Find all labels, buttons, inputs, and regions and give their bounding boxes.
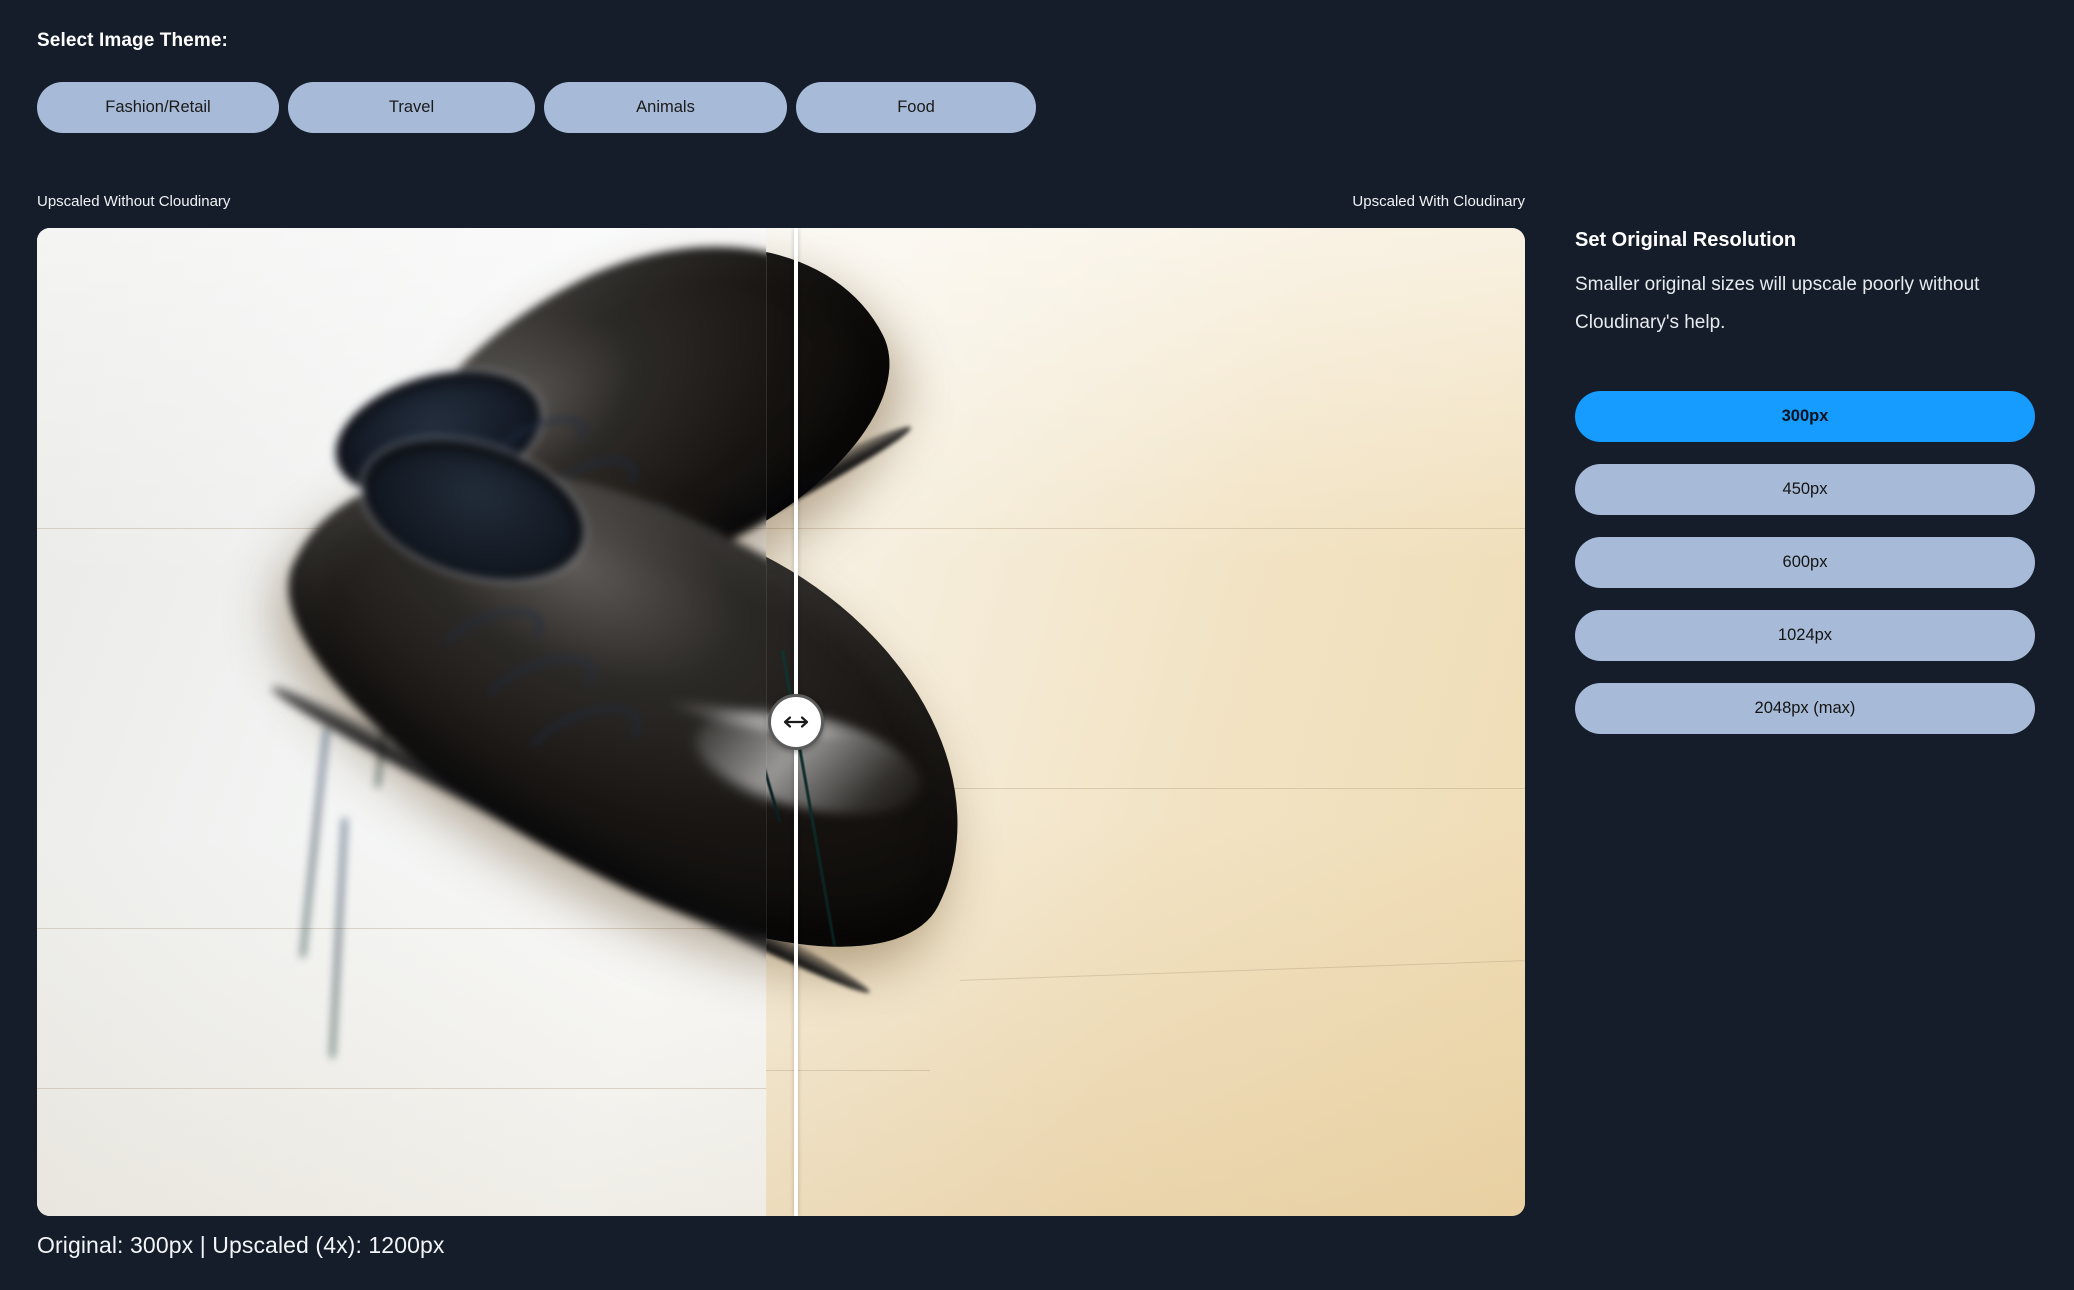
resolution-button-450px[interactable]: 450px	[1575, 464, 2035, 515]
theme-button-travel[interactable]: Travel	[288, 82, 535, 133]
label-upscaled-with-cloudinary: Upscaled With Cloudinary	[1352, 193, 1525, 210]
label-upscaled-without-cloudinary: Upscaled Without Cloudinary	[37, 193, 231, 210]
resolution-button-300px[interactable]: 300px	[1575, 391, 2035, 442]
theme-button-food[interactable]: Food	[796, 82, 1036, 133]
comparison-labels: Upscaled Without Cloudinary Upscaled Wit…	[37, 193, 1525, 210]
theme-button-animals[interactable]: Animals	[544, 82, 787, 133]
side-panel-description: Smaller original sizes will upscale poor…	[1575, 274, 1980, 333]
theme-selector-label: Select Image Theme:	[37, 30, 228, 51]
left-right-arrow-icon	[782, 714, 810, 730]
side-panel-title: Set Original Resolution	[1575, 229, 1797, 251]
resolution-button-600px[interactable]: 600px	[1575, 537, 2035, 588]
resolution-summary-caption: Original: 300px | Upscaled (4x): 1200px	[37, 1232, 445, 1258]
image-comparison-viewer[interactable]	[37, 228, 1525, 1216]
comparison-slider-handle[interactable]	[767, 694, 824, 750]
theme-button-fashion-retail[interactable]: Fashion/Retail	[37, 82, 279, 133]
resolution-side-panel: Set Original Resolution Smaller original…	[1575, 228, 2035, 734]
theme-button-group: Fashion/Retail Travel Animals Food	[37, 82, 1537, 133]
resolution-button-2048px-max[interactable]: 2048px (max)	[1575, 683, 2035, 734]
theme-selector-section: Select Image Theme: Fashion/Retail Trave…	[37, 30, 1537, 133]
resolution-button-group: 300px 450px 600px 1024px 2048px (max)	[1575, 391, 2035, 734]
resolution-button-1024px[interactable]: 1024px	[1575, 610, 2035, 661]
